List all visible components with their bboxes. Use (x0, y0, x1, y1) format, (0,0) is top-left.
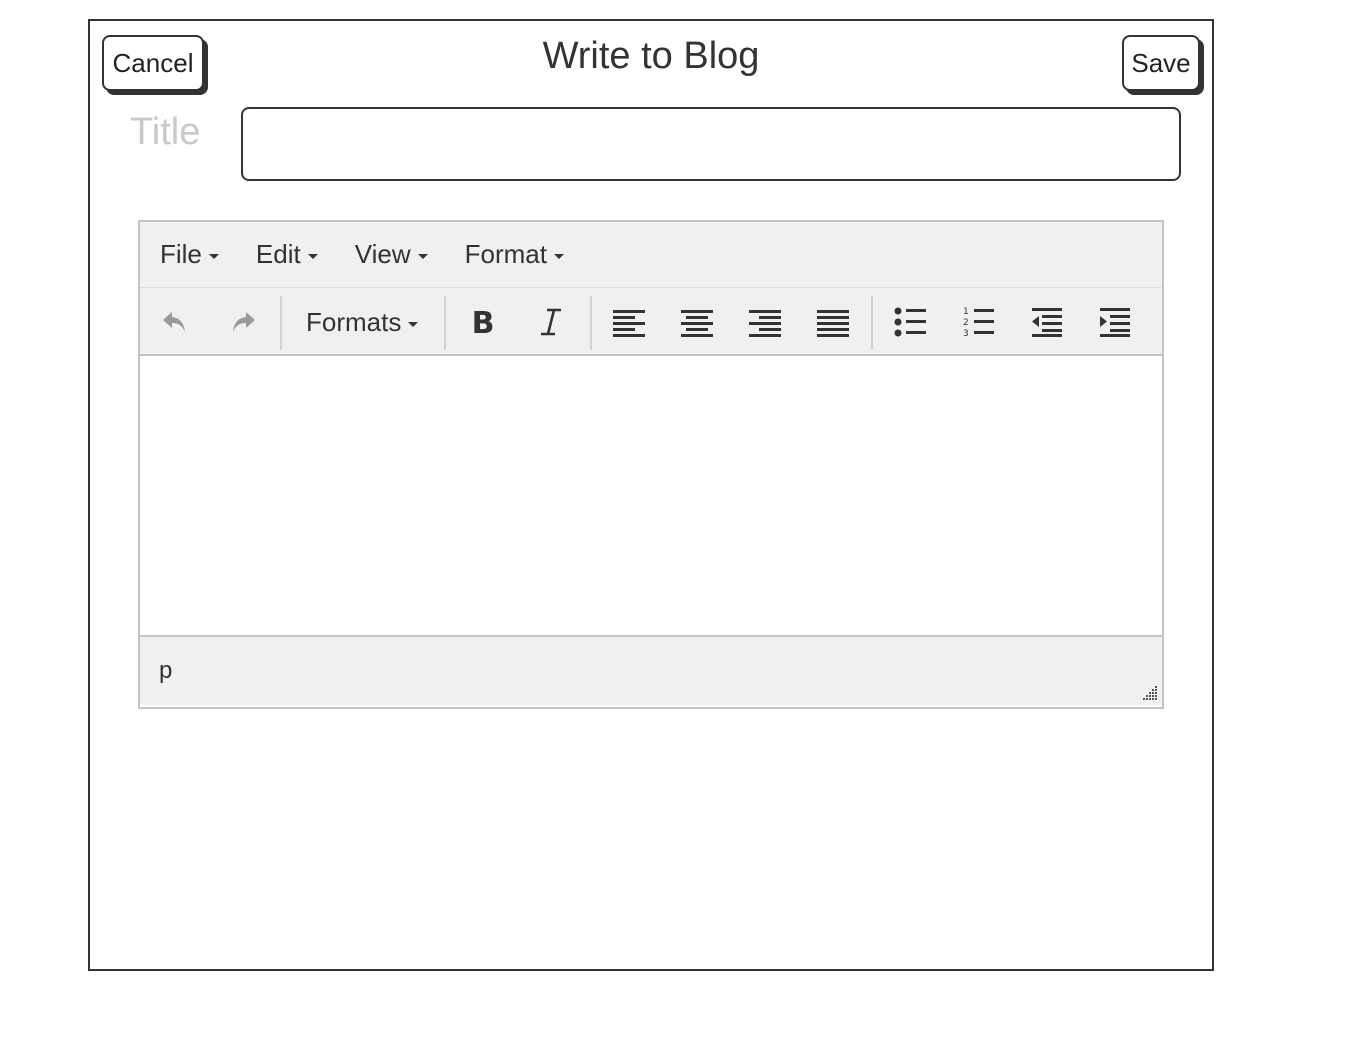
align-center-icon (681, 310, 713, 337)
title-input[interactable] (241, 107, 1181, 181)
numbered-list-button[interactable]: 1 2 3 (958, 302, 1000, 342)
toolbar-separator (590, 296, 592, 350)
undo-button[interactable] (154, 302, 196, 342)
menu-view-label: View (354, 239, 411, 269)
editor-content-area[interactable] (140, 356, 1162, 637)
rich-text-editor: File Edit View Format Formats B 1 2 3 p (138, 220, 1164, 709)
menu-format[interactable]: Format (465, 239, 564, 270)
svg-text:2: 2 (963, 318, 969, 328)
chevron-down-icon (307, 254, 318, 259)
undo-icon (163, 312, 185, 332)
align-right-button[interactable] (744, 302, 786, 342)
svg-text:3: 3 (963, 329, 969, 338)
toolbar-separator (871, 296, 873, 350)
redo-icon (233, 312, 255, 332)
menu-view[interactable]: View (355, 239, 428, 270)
toolbar-separator (444, 296, 446, 350)
formats-label: Formats (306, 306, 402, 337)
outdent-button[interactable] (1026, 302, 1068, 342)
editor-menubar: File Edit View Format (140, 222, 1162, 288)
editor-toolbar: Formats B 1 2 3 (140, 288, 1162, 356)
align-left-button[interactable] (608, 302, 650, 342)
align-left-icon (613, 310, 645, 337)
align-center-button[interactable] (676, 302, 718, 342)
dialog-title: Write to Blog (542, 35, 760, 77)
menu-file-label: File (160, 239, 202, 269)
menu-format-label: Format (464, 239, 547, 269)
blog-dialog: Cancel Write to Blog Save Title File Edi… (88, 19, 1214, 971)
bold-icon: B (472, 307, 495, 337)
chevron-down-icon (208, 254, 219, 259)
save-button[interactable]: Save (1122, 35, 1200, 91)
bold-button[interactable]: B (462, 302, 504, 342)
italic-button[interactable] (530, 302, 572, 342)
bullet-list-icon (894, 307, 926, 337)
chevron-down-icon (408, 321, 419, 327)
align-justify-icon (817, 310, 849, 337)
numbered-list-icon: 1 2 3 (963, 307, 994, 338)
align-right-icon (749, 310, 781, 337)
chevron-down-icon (553, 254, 564, 259)
element-path[interactable]: p (159, 657, 172, 685)
formats-dropdown[interactable]: Formats (306, 302, 419, 342)
toolbar-separator (280, 296, 282, 350)
bullet-list-button[interactable] (890, 302, 932, 342)
chevron-down-icon (417, 254, 428, 259)
indent-icon (1100, 308, 1130, 337)
editor-statusbar: p (140, 637, 1162, 705)
outdent-icon (1032, 308, 1062, 337)
indent-button[interactable] (1094, 302, 1136, 342)
align-justify-button[interactable] (812, 302, 854, 342)
svg-text:1: 1 (963, 307, 969, 317)
redo-button[interactable] (222, 302, 264, 342)
svg-text:B: B (472, 307, 495, 337)
menu-file[interactable]: File (160, 239, 219, 270)
menu-edit[interactable]: Edit (256, 239, 318, 270)
title-label: Title (130, 111, 201, 153)
resize-handle-icon[interactable] (1140, 683, 1158, 701)
menu-edit-label: Edit (255, 239, 301, 269)
italic-icon (541, 308, 561, 336)
